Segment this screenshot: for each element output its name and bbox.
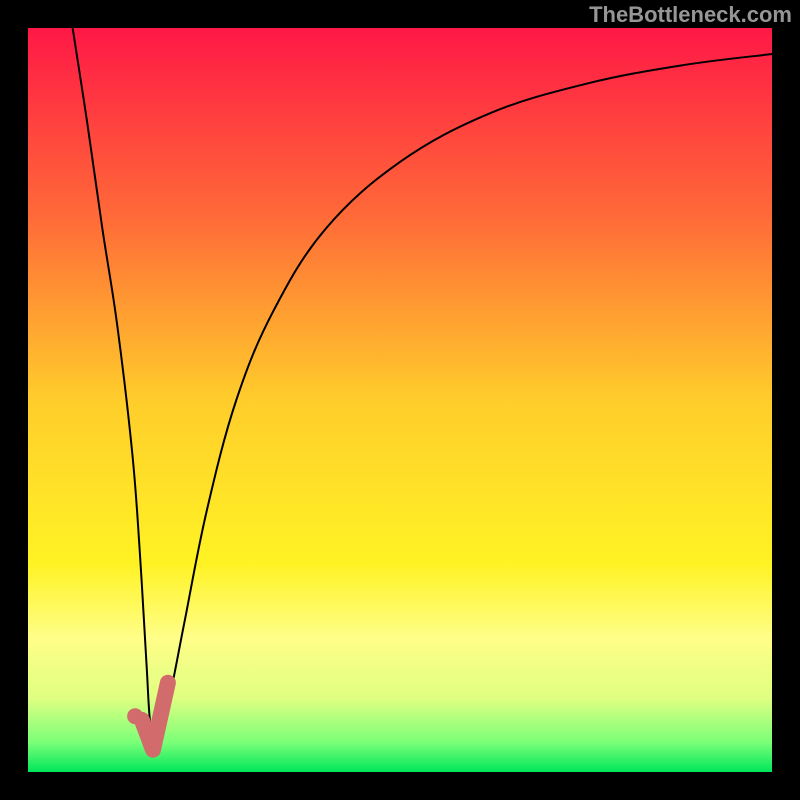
- marker-layer: [28, 28, 772, 772]
- highlight-dot: [127, 708, 143, 724]
- chart-frame: TheBottleneck.com: [0, 0, 800, 800]
- plot-area: [28, 28, 772, 772]
- highlight-check: [142, 683, 168, 750]
- watermark-text: TheBottleneck.com: [589, 2, 792, 28]
